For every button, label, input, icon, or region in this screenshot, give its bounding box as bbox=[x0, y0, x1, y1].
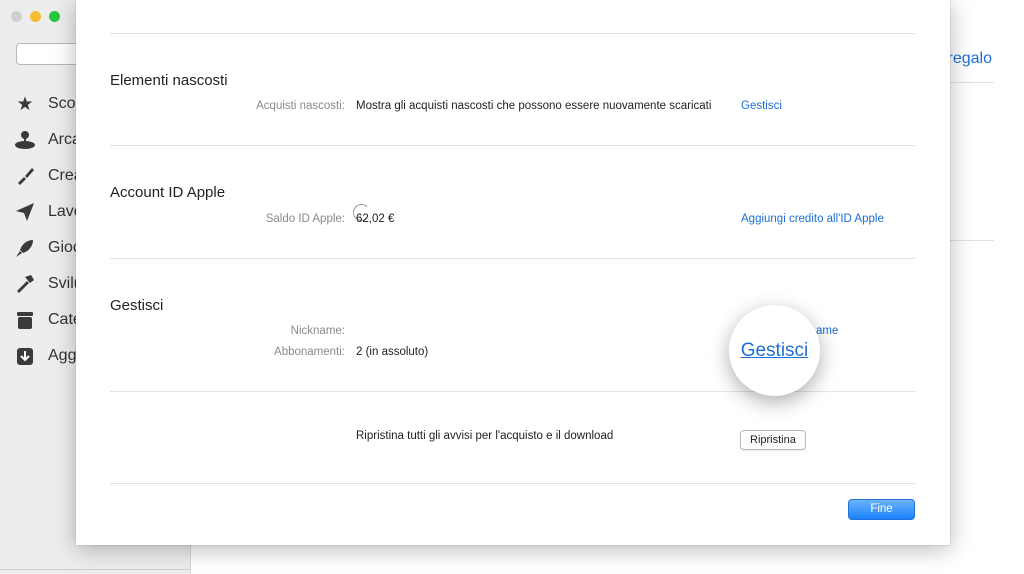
section-divider bbox=[110, 258, 915, 259]
section-title-hidden: Elementi nascosti bbox=[110, 72, 228, 89]
joystick-icon bbox=[14, 129, 36, 151]
star-icon: ★ bbox=[16, 93, 34, 115]
done-button[interactable]: Fine bbox=[848, 499, 915, 520]
minimize-window-button[interactable] bbox=[30, 11, 41, 22]
subscriptions-value: 2 (in assoluto) bbox=[356, 346, 429, 358]
section-divider bbox=[110, 483, 915, 484]
background-divider bbox=[950, 82, 994, 83]
reset-warnings-text: Ripristina tutti gli avvisi per l'acquis… bbox=[356, 430, 614, 442]
rocket-icon bbox=[14, 237, 36, 259]
subscriptions-label: Abbonamenti: bbox=[274, 346, 345, 358]
box-icon bbox=[14, 309, 36, 331]
add-credit-link[interactable]: Aggiungi credito all'ID Apple bbox=[741, 213, 884, 225]
window-controls bbox=[11, 11, 60, 22]
background-divider bbox=[950, 240, 994, 241]
account-settings-sheet: Elementi nascosti Acquisti nascosti: Mos… bbox=[76, 0, 950, 545]
balance-label: Saldo ID Apple: bbox=[265, 213, 345, 225]
maximize-window-button[interactable] bbox=[49, 11, 60, 22]
nickname-label: Nickname: bbox=[290, 325, 345, 337]
sidebar-bottom-divider bbox=[0, 569, 190, 570]
edit-nickname-link[interactable]: ame bbox=[816, 325, 838, 337]
section-divider bbox=[110, 33, 915, 34]
close-window-button[interactable] bbox=[11, 11, 22, 22]
download-icon bbox=[14, 345, 36, 367]
manage-subscriptions-magnifier[interactable]: Gestisci bbox=[729, 305, 820, 396]
balance-value: 62,02 € bbox=[356, 213, 395, 225]
section-title-account: Account ID Apple bbox=[110, 184, 226, 201]
brush-icon bbox=[14, 165, 36, 187]
hidden-purchases-value: Mostra gli acquisti nascosti che possono… bbox=[356, 100, 712, 112]
gift-link[interactable]: regalo bbox=[948, 50, 992, 68]
section-title-manage: Gestisci bbox=[110, 297, 164, 314]
section-divider bbox=[110, 145, 915, 146]
hidden-purchases-label: Acquisti nascosti: bbox=[256, 100, 345, 112]
manage-subscriptions-link[interactable]: Gestisci bbox=[741, 340, 809, 362]
hammer-icon bbox=[14, 273, 36, 295]
reset-button[interactable]: Ripristina bbox=[740, 430, 806, 450]
manage-hidden-link[interactable]: Gestisci bbox=[741, 100, 782, 112]
paper-plane-icon bbox=[14, 201, 36, 223]
